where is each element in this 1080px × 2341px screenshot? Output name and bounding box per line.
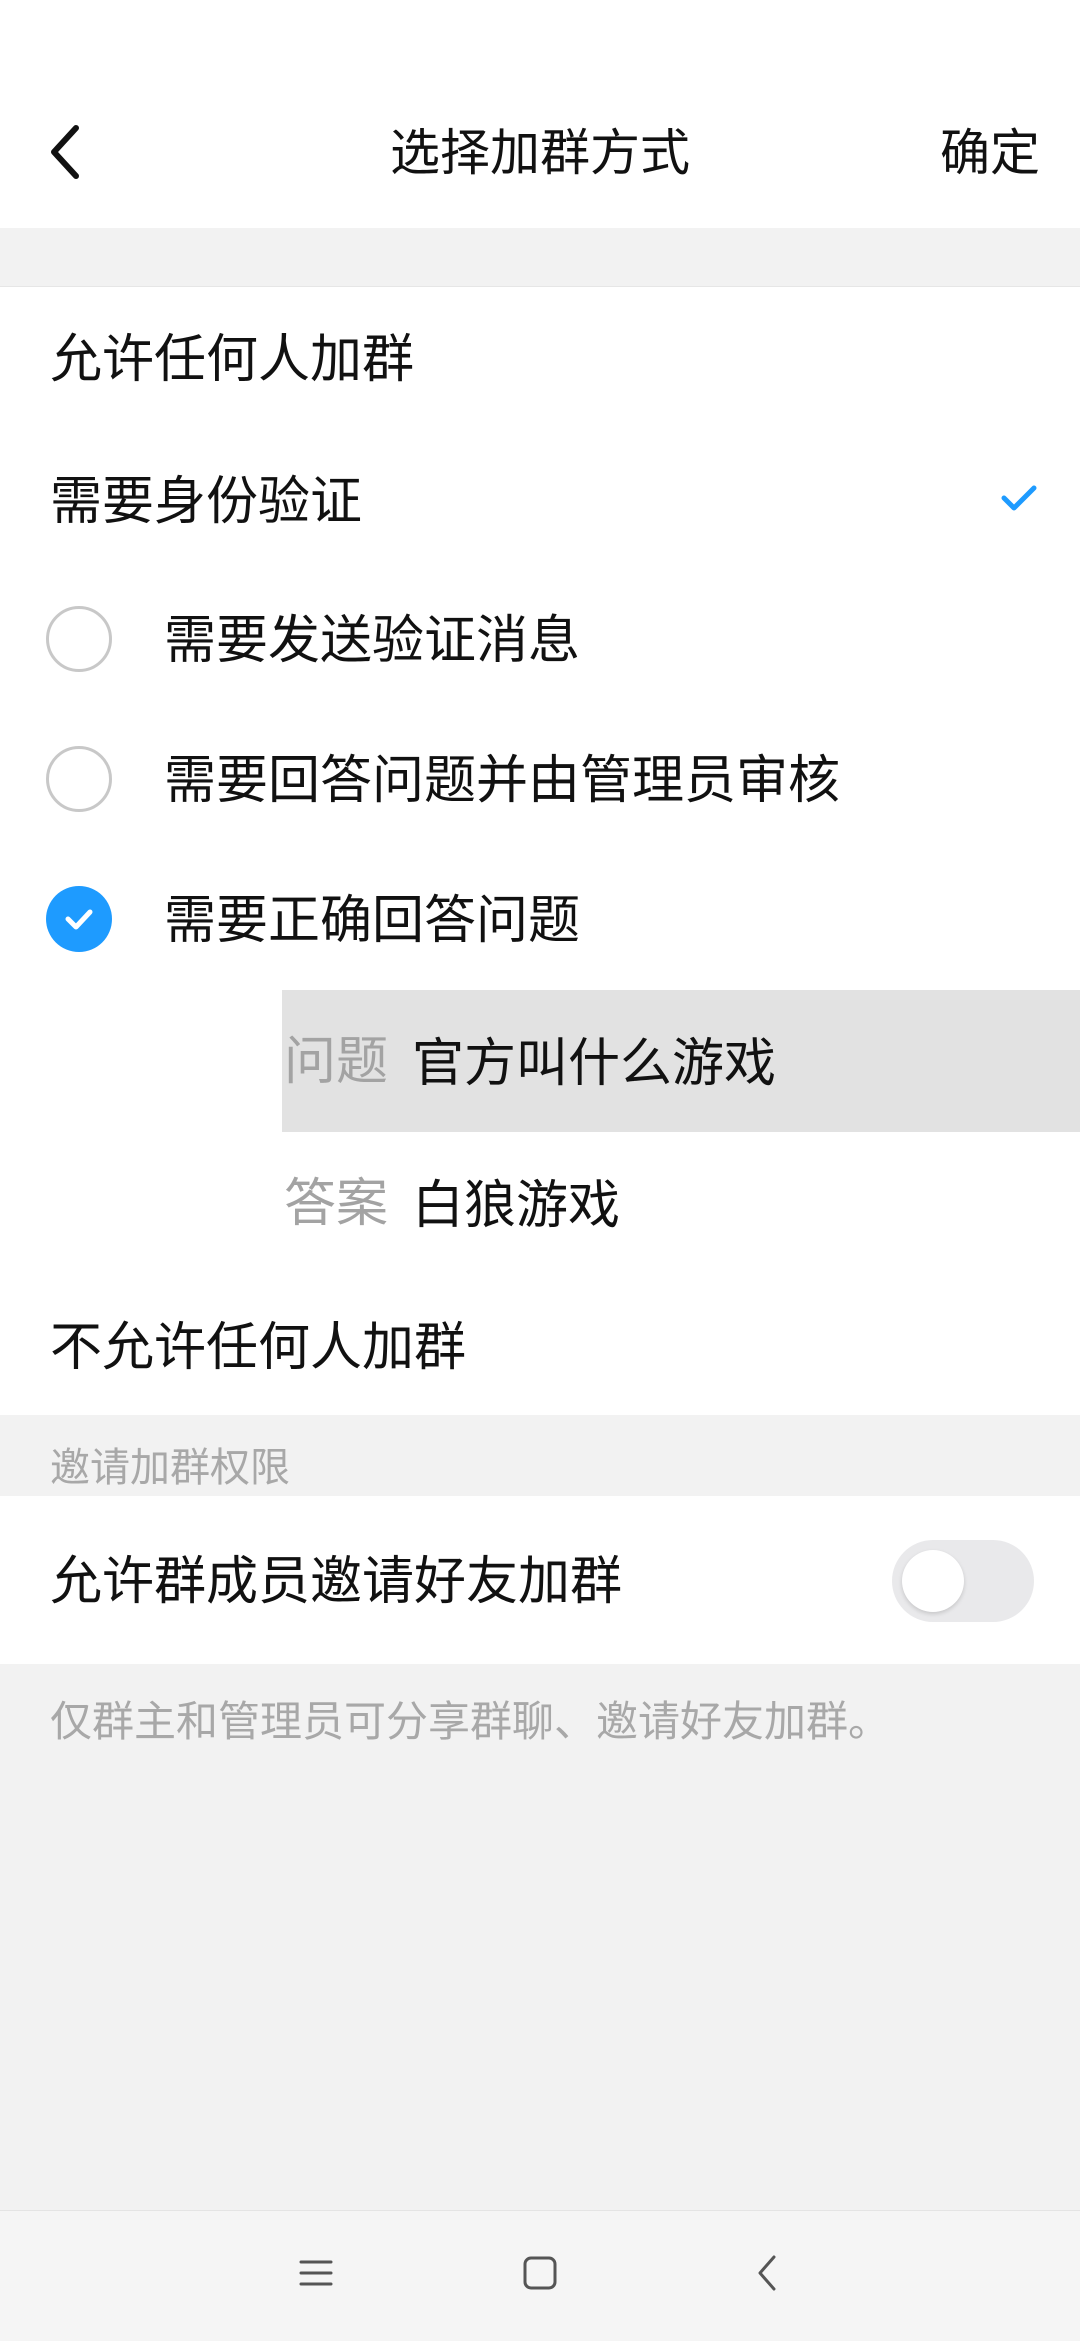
join-method-panel	[0, 286, 1080, 1415]
toggle-knob	[902, 1550, 964, 1612]
home-button[interactable]	[522, 2255, 558, 2295]
nav-back-button[interactable]	[752, 2253, 782, 2297]
confirm-button[interactable]: 确定	[940, 118, 1040, 188]
selected-checkmark-icon	[998, 478, 1038, 522]
radio-answer-admin-review[interactable]	[46, 746, 112, 812]
sub-option-answer-correctly[interactable]: 需要正确回答问题	[164, 885, 580, 957]
answer-input[interactable]: 白狼游戏	[412, 1170, 620, 1242]
sub-option-send-verification[interactable]: 需要发送验证消息	[164, 605, 580, 677]
radio-answer-correctly[interactable]	[46, 886, 112, 952]
page-title: 选择加群方式	[390, 124, 690, 182]
radio-check-icon	[65, 909, 93, 930]
header-bar	[0, 0, 1080, 228]
answer-label: 答案	[284, 1174, 389, 1234]
invite-toggle-label: 允许群成员邀请好友加群	[50, 1552, 623, 1612]
option-require-verification[interactable]: 需要身份验证	[50, 466, 362, 538]
menu-lines-icon	[299, 2260, 333, 2286]
invite-note: 仅群主和管理员可分享群聊、邀请好友加群。	[50, 1697, 891, 1746]
nav-back-icon	[758, 2255, 776, 2291]
question-label: 问题	[284, 1032, 389, 1092]
sub-option-answer-admin-review[interactable]: 需要回答问题并由管理员审核	[164, 745, 840, 817]
option-allow-anyone[interactable]: 允许任何人加群	[50, 324, 414, 396]
question-input[interactable]: 官方叫什么游戏	[412, 1028, 776, 1100]
invite-section-header: 邀请加群权限	[50, 1445, 290, 1491]
checkmark-icon	[1001, 485, 1037, 511]
radio-send-verification[interactable]	[46, 606, 112, 672]
menu-button[interactable]	[298, 2255, 334, 2295]
option-disallow-all[interactable]: 不允许任何人加群	[50, 1312, 466, 1384]
home-square-icon	[523, 2256, 557, 2290]
